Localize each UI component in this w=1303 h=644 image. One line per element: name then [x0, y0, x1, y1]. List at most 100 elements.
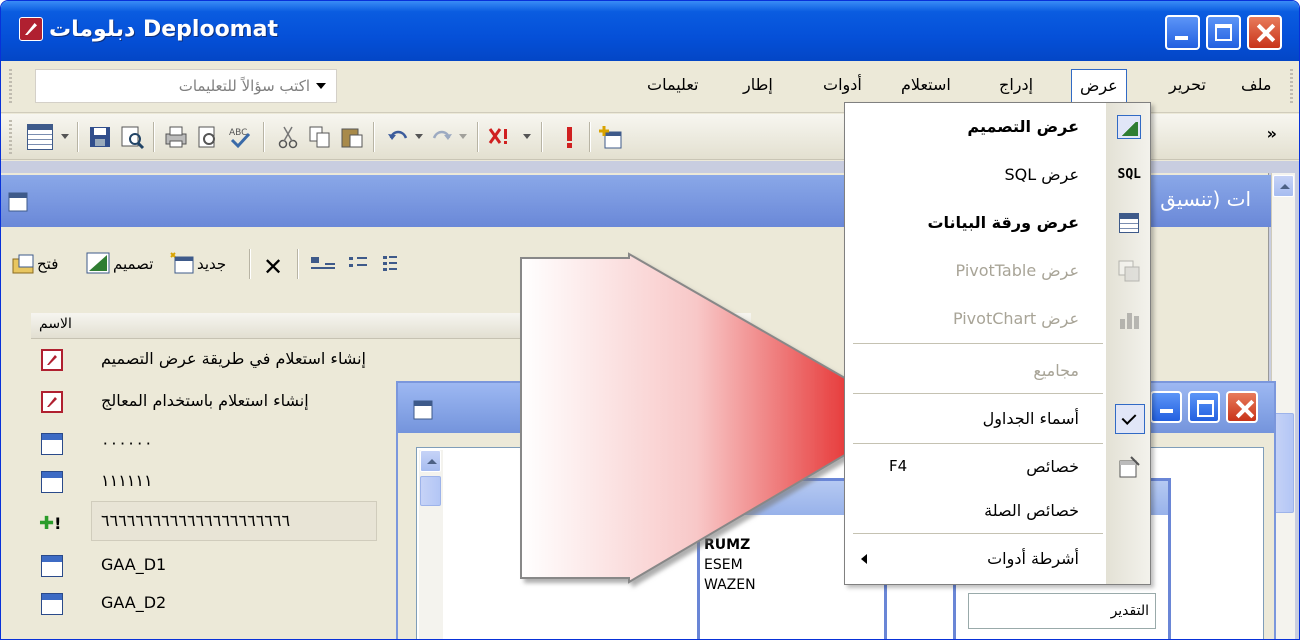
design-icon[interactable] — [85, 251, 111, 279]
query-icon — [41, 471, 63, 493]
menu-item-label: أشرطة أدوات — [987, 549, 1079, 568]
menu-item-label: مجاميع — [1033, 361, 1079, 380]
spelling-icon[interactable]: ABC — [227, 124, 253, 150]
scroll-thumb[interactable] — [420, 476, 441, 506]
pane-scrollbar[interactable] — [419, 450, 443, 639]
list-item-label: GAA_D2 — [101, 593, 167, 612]
menu-item-label: عرض ورقة البيانات — [927, 213, 1079, 232]
menu-item-label: عرض التصميم — [967, 117, 1079, 136]
chevron-up-icon — [1280, 184, 1290, 189]
menu-item-totals[interactable]: مجاميع — [845, 351, 1151, 391]
menu-query[interactable]: استعلام — [901, 75, 951, 94]
chevron-down-icon[interactable] — [61, 134, 69, 139]
menu-item-pivottable-view[interactable]: عرض PivotTable — [845, 251, 1151, 291]
list-item-label: ٠٠٠٠٠٠ — [101, 433, 153, 452]
name-column-label: الاسم — [39, 316, 72, 332]
list-item-label: إنشاء استعلام في طريقة عرض التصميم — [101, 349, 366, 368]
large-icons-icon[interactable] — [309, 255, 337, 277]
menu-file[interactable]: ملف — [1241, 75, 1271, 94]
minimize-button[interactable] — [1165, 15, 1200, 50]
run-icon[interactable] — [557, 124, 583, 150]
query-close-button[interactable] — [1226, 391, 1258, 423]
menubar-grip-right[interactable] — [1290, 69, 1293, 103]
print-icon[interactable] — [163, 124, 189, 150]
open-icon[interactable] — [11, 253, 37, 279]
menu-item-shortcut: F4 — [889, 457, 908, 475]
create-design-icon — [41, 349, 63, 371]
print-preview-icon[interactable] — [195, 124, 221, 150]
copy-icon[interactable] — [307, 124, 333, 150]
menu-edit[interactable]: تحرير — [1169, 75, 1206, 94]
chevron-down-icon[interactable] — [459, 134, 467, 139]
paste-icon[interactable] — [339, 124, 365, 150]
menu-item-toolbars[interactable]: أشرطة أدوات — [845, 539, 1151, 579]
menu-view[interactable]: عرض — [1071, 69, 1127, 105]
menu-item-sql-view[interactable]: SQL عرض SQL — [845, 155, 1151, 195]
view-icon[interactable] — [27, 124, 53, 150]
open-button[interactable]: فتح — [37, 255, 58, 273]
menu-insert[interactable]: إدراج — [999, 75, 1033, 94]
list-view-icon[interactable] — [381, 255, 405, 277]
access-icon — [19, 17, 43, 41]
menu-item-design-view[interactable]: عرض التصميم — [845, 107, 1151, 147]
database-window-icon — [7, 191, 29, 217]
menu-help[interactable]: تعليمات — [647, 75, 698, 94]
menu-item-join-properties[interactable]: خصائص الصلة — [845, 491, 1151, 531]
menu-item-datasheet-view[interactable]: عرض ورقة البيانات — [845, 203, 1151, 243]
query-minimize-button[interactable] — [1150, 391, 1182, 423]
sql-icon: SQL — [1117, 167, 1141, 182]
properties-icon — [1117, 455, 1141, 479]
list-item-label: GAA_D1 — [101, 555, 167, 574]
scroll-up-button[interactable] — [1273, 175, 1294, 197]
menu-separator — [853, 393, 1103, 394]
scroll-up-button[interactable] — [420, 450, 441, 472]
list-item-label: ١١١١١١ — [101, 471, 153, 490]
cut-icon[interactable] — [275, 124, 301, 150]
menu-item-table-names[interactable]: أسماء الجداول — [845, 399, 1151, 439]
menubar-grip[interactable] — [9, 69, 12, 103]
delete-x-icon[interactable]: ✕ — [263, 253, 283, 281]
menu-item-pivotchart-view[interactable]: عرض PivotChart — [845, 299, 1151, 339]
chevron-down-icon[interactable] — [415, 134, 423, 139]
chevron-down-icon[interactable] — [523, 134, 531, 139]
query-window-icon — [412, 399, 434, 425]
small-icons-icon[interactable] — [347, 255, 371, 277]
scroll-thumb[interactable] — [1273, 413, 1294, 513]
query-maximize-button[interactable] — [1188, 391, 1220, 423]
query-icon — [41, 433, 63, 455]
new-icon[interactable] — [169, 251, 195, 279]
close-button[interactable] — [1247, 15, 1282, 50]
new-button[interactable]: جديد — [197, 255, 226, 273]
menu-item-properties[interactable]: خصائص F4 — [845, 447, 1151, 487]
delete-icon[interactable] — [487, 124, 513, 150]
save-icon[interactable] — [87, 124, 113, 150]
list-item-label: إنشاء استعلام باستخدام المعالج — [101, 391, 309, 410]
search-icon[interactable] — [119, 124, 145, 150]
show-table-icon[interactable] — [597, 124, 623, 150]
pivotchart-icon — [1117, 307, 1141, 331]
maximize-button[interactable] — [1206, 15, 1241, 50]
redo-icon[interactable] — [429, 124, 455, 150]
toolbar-overflow-icon[interactable]: » — [1267, 124, 1277, 143]
query-icon — [41, 555, 63, 577]
query-icon — [41, 593, 63, 615]
title-bar[interactable]: Deploomat دبلومات — [1, 1, 1299, 61]
menu-tools[interactable]: أدوات — [823, 75, 862, 94]
undo-icon[interactable] — [385, 124, 411, 150]
menu-separator — [853, 443, 1103, 444]
menu-separator — [853, 533, 1103, 534]
toolbar-grip[interactable] — [9, 120, 12, 154]
field-list-box[interactable]: التقدير — [968, 593, 1156, 629]
submenu-arrow-icon — [861, 554, 867, 564]
chevron-down-icon[interactable] — [316, 83, 326, 89]
menu-item-label: أسماء الجداول — [982, 409, 1079, 428]
check-icon — [1115, 404, 1145, 434]
menu-window[interactable]: إطار — [743, 75, 773, 94]
main-window: Deploomat دبلومات ملف تحرير عرض إدراج اس… — [0, 0, 1300, 640]
pivottable-icon — [1117, 259, 1141, 283]
list-item-label: ٦٦٦٦٦٦٦٦٦٦٦٦٦٦٦٦٦٦٦٦٦٦ — [101, 511, 291, 530]
create-wizard-icon — [41, 391, 63, 413]
field-item[interactable]: التقدير — [969, 594, 1155, 628]
ask-question-box[interactable]: اكتب سؤالاً للتعليمات — [35, 69, 337, 103]
design-button[interactable]: تصميم — [113, 255, 153, 273]
